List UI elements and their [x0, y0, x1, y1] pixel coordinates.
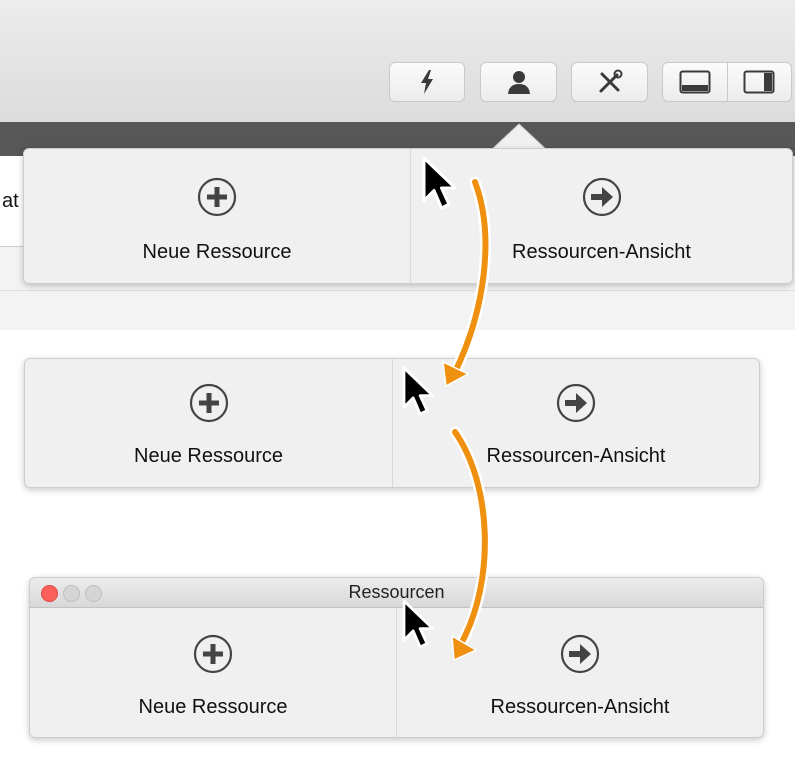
resource-view-button[interactable]: Ressourcen-Ansicht	[393, 359, 759, 487]
resource-view-button[interactable]: Ressourcen-Ansicht	[397, 608, 763, 737]
resource-view-button[interactable]: Ressourcen-Ansicht	[411, 149, 792, 283]
resource-popover: Neue Ressource Ressourcen-Ansicht	[23, 148, 793, 284]
arrow-right-circle-icon	[556, 383, 596, 423]
tools-icon	[599, 69, 622, 93]
bottom-panel-toggle[interactable]	[663, 63, 727, 101]
partial-text: at	[2, 190, 19, 212]
person-button[interactable]	[480, 62, 557, 102]
person-icon	[507, 71, 530, 94]
side-panel-toggle[interactable]	[726, 63, 792, 101]
new-resource-button[interactable]: Neue Ressource	[30, 608, 396, 737]
new-resource-label: Neue Ressource	[138, 696, 288, 718]
plus-circle-icon	[197, 177, 237, 217]
new-resource-label: Neue Ressource	[142, 241, 292, 263]
lightning-button[interactable]	[389, 62, 465, 102]
plus-circle-icon	[189, 383, 228, 423]
window-title: Ressourcen	[348, 582, 445, 602]
content-divider	[0, 290, 795, 291]
plus-circle-icon	[193, 634, 233, 674]
view-segmented-control	[662, 62, 792, 102]
new-resource-button[interactable]: Neue Ressource	[24, 149, 410, 283]
tools-button[interactable]	[571, 62, 648, 102]
toolbar	[0, 0, 795, 122]
detached-panel: Neue Ressource Ressourcen-Ansicht	[24, 358, 760, 488]
resource-view-label: Ressourcen-Ansicht	[486, 445, 666, 467]
ressourcen-window: Ressourcen Neue Ressource Ressourcen-Ans…	[29, 577, 764, 738]
side-panel-icon	[743, 70, 775, 94]
new-resource-label: Neue Ressource	[134, 445, 283, 467]
resource-view-label: Ressourcen-Ansicht	[490, 696, 670, 718]
lightning-icon	[421, 70, 433, 94]
arrow-right-circle-icon	[560, 634, 600, 674]
window-content: Neue Ressource Ressourcen-Ansicht	[30, 608, 763, 737]
arrow-right-circle-icon	[582, 177, 621, 217]
resource-view-label: Ressourcen-Ansicht	[512, 241, 691, 263]
window-titlebar: Ressourcen	[30, 578, 763, 608]
new-resource-button[interactable]: Neue Ressource	[25, 359, 392, 487]
bottom-panel-icon	[679, 70, 711, 94]
